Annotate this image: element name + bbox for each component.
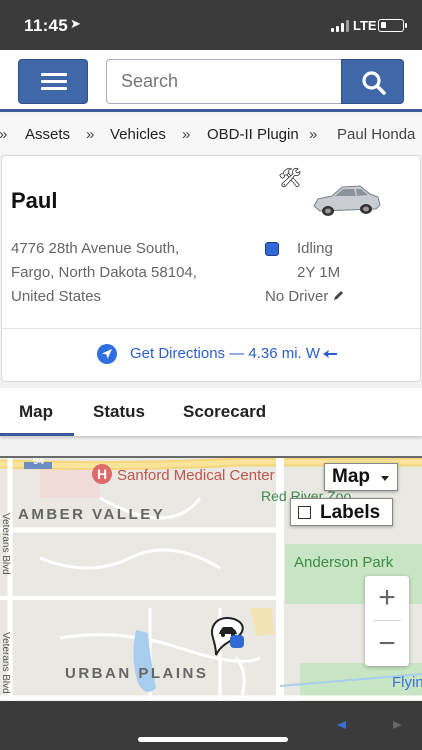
driver-label: No Driver xyxy=(265,288,329,305)
zoom-out-button[interactable]: − xyxy=(365,622,409,666)
address-line: 4776 28th Avenue South, xyxy=(11,240,180,257)
menu-button[interactable] xyxy=(18,59,88,104)
navigation-arrow-icon[interactable] xyxy=(97,344,117,364)
vehicle-status: Idling xyxy=(297,240,333,257)
breadcrumb-obd-plugin[interactable]: OBD-II Plugin xyxy=(207,126,299,143)
tab-map[interactable]: Map xyxy=(19,402,53,422)
labels-toggle[interactable]: Labels xyxy=(290,498,393,526)
get-directions-link[interactable]: Get Directions — 4.36 mi. W xyxy=(130,345,320,362)
network-label: LTE xyxy=(353,18,377,33)
zoom-control: + − xyxy=(365,576,409,666)
breadcrumb-separator-icon: » xyxy=(0,126,7,143)
map-label-park: Anderson Park xyxy=(294,554,394,571)
chevron-down-icon xyxy=(381,476,389,481)
breadcrumb-current: Paul Honda xyxy=(337,126,416,143)
breadcrumb-vehicles[interactable]: Vehicles xyxy=(110,126,166,143)
forward-arrow-icon[interactable] xyxy=(393,721,402,729)
map-label-urban-plains: URBAN PLAINS xyxy=(65,665,209,682)
breadcrumb-separator-icon: » xyxy=(182,126,191,143)
edit-driver-pencil-icon[interactable] xyxy=(333,289,345,301)
back-arrow-icon[interactable] xyxy=(337,721,346,729)
maintenance-tools-icon[interactable]: 🛠 xyxy=(278,166,302,190)
address-line: Fargo, North Dakota 58104, xyxy=(11,264,197,281)
app-header xyxy=(0,50,422,112)
vehicle-card: Paul 🛠 4776 28th Avenue South, Fargo, No… xyxy=(1,155,421,382)
highway-shield: 94 xyxy=(33,456,45,467)
labels-toggle-label: Labels xyxy=(320,502,381,523)
status-indicator xyxy=(265,242,279,256)
card-divider xyxy=(2,328,420,329)
active-tab-indicator xyxy=(0,433,74,436)
vehicle-name: Paul xyxy=(11,188,58,213)
map-type-dropdown[interactable]: Map xyxy=(324,463,398,491)
search-button[interactable] xyxy=(341,59,404,104)
direction-arrow-icon xyxy=(323,350,337,358)
browser-bottom-bar xyxy=(0,701,422,750)
search-icon xyxy=(362,71,386,95)
breadcrumb: » Assets » Vehicles » OBD-II Plugin » Pa… xyxy=(0,116,422,154)
breadcrumb-assets[interactable]: Assets xyxy=(25,126,70,143)
address-line: United States xyxy=(11,288,102,305)
status-bar: 11:45 ➤ LTE xyxy=(0,0,422,50)
tab-bar: Map Status Scorecard xyxy=(0,388,422,436)
home-indicator[interactable] xyxy=(138,737,288,742)
zoom-divider xyxy=(373,620,401,621)
map-label-veterans-bottom: Veterans Blvd xyxy=(0,632,11,694)
vehicle-car-icon xyxy=(313,185,381,216)
labels-checkbox[interactable] xyxy=(298,506,311,519)
map-type-value: Map xyxy=(332,466,370,487)
breadcrumb-separator-icon: » xyxy=(309,126,318,143)
zoom-in-button[interactable]: + xyxy=(365,576,409,620)
battery-icon xyxy=(378,19,407,32)
map-label-hospital: Sanford Medical Center xyxy=(117,467,275,484)
breadcrumb-separator-icon: » xyxy=(86,126,95,143)
map-label-veterans-top: Veterans Blvd xyxy=(0,513,11,575)
signal-icon xyxy=(331,20,349,32)
status-time: 11:45 xyxy=(24,16,69,35)
tab-status[interactable]: Status xyxy=(93,402,145,422)
map-label-flyin: Flyin xyxy=(392,674,422,691)
map-label-amber-valley: AMBER VALLEY xyxy=(18,506,166,523)
vehicle-map-marker-icon[interactable] xyxy=(210,615,248,665)
status-duration: 2Y 1M xyxy=(297,264,341,281)
search-input[interactable] xyxy=(106,59,342,104)
map-view[interactable]: 94 H Sanford Medical Center Red River Zo… xyxy=(0,456,422,701)
tab-scorecard[interactable]: Scorecard xyxy=(183,402,266,422)
hospital-icon: H xyxy=(92,464,112,484)
location-arrow-icon: ➤ xyxy=(70,16,81,31)
